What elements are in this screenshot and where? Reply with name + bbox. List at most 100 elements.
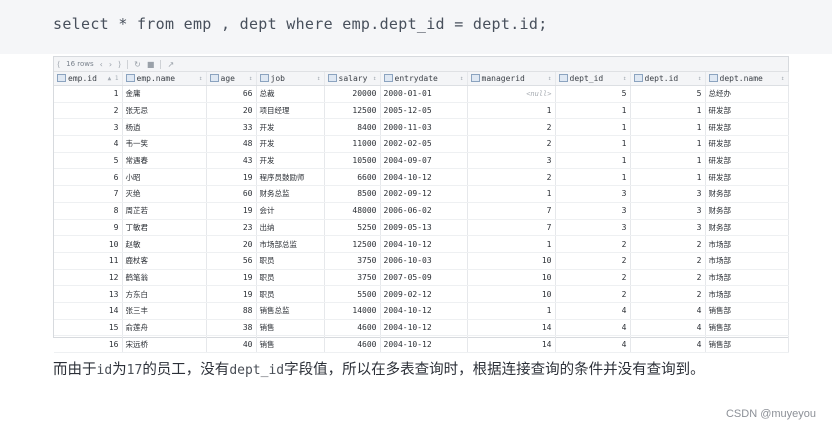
table-cell-emp-name[interactable]: 杨逍 [122,118,207,137]
table-cell-managerid[interactable]: 3 [467,152,556,170]
table-cell-managerid[interactable]: 10 [467,285,556,303]
table-cell-managerid[interactable]: 1 [467,185,556,203]
table-cell-salary[interactable]: 3750 [324,252,381,270]
table-cell-dept-name[interactable]: 研发部 [705,102,789,120]
table-cell-managerid[interactable]: 1 [467,302,556,320]
table-cell-managerid[interactable]: 2 [467,135,556,153]
table-cell-age[interactable]: 56 [206,252,257,270]
table-cell-dept-name[interactable]: 市场部 [705,269,789,287]
table-cell-dept_id[interactable]: 1 [555,168,631,187]
table-cell-emp-name[interactable]: 方东白 [122,285,207,303]
sort-icon[interactable]: ↕ [548,75,552,82]
table-cell-age[interactable]: 60 [206,185,257,203]
table-cell-age[interactable]: 19 [206,285,257,303]
table-cell-dept-id[interactable]: 2 [630,235,706,253]
table-row[interactable]: 6 小昭 19 程序员鼓励师 6600 2004-10-12 2 1 1 研发部 [54,168,789,187]
table-cell-emp-id[interactable]: 2 [54,102,123,120]
table-cell-job[interactable]: 开发 [256,118,325,137]
column-header-dept-id[interactable]: dept.id ↕ [630,72,706,86]
table-cell-job[interactable]: 开发 [256,135,325,153]
table-cell-emp-name[interactable]: 小昭 [122,168,207,187]
table-cell-salary[interactable]: 5500 [324,285,381,303]
table-cell-job[interactable]: 销售 [256,319,325,337]
table-row[interactable]: 11 鹿杖客 56 职员 3750 2006-10-03 10 2 2 市场部 [54,252,789,270]
table-cell-emp-id[interactable]: 16 [54,335,123,353]
column-header-managerid[interactable]: managerid ↕ [467,72,556,86]
table-cell-age[interactable]: 48 [206,135,257,153]
stop-icon[interactable]: ■ [147,60,155,69]
table-cell-dept_id[interactable]: 2 [555,269,631,287]
table-cell-salary[interactable]: 11000 [324,135,381,153]
table-cell-emp-name[interactable]: 鹤笔翁 [122,269,207,287]
table-cell-job[interactable]: 总裁 [256,85,325,103]
table-cell-managerid[interactable]: 7 [467,219,556,237]
table-cell-salary[interactable]: 48000 [324,202,381,220]
table-cell-emp-name[interactable]: 鹿杖客 [122,252,207,270]
table-cell-job[interactable]: 出纳 [256,219,325,237]
table-cell-dept_id[interactable]: 4 [555,302,631,320]
table-cell-emp-id[interactable]: 4 [54,135,123,153]
table-cell-job[interactable]: 职员 [256,269,325,287]
table-cell-emp-name[interactable]: 宋远桥 [122,335,207,353]
table-cell-managerid[interactable]: 14 [467,335,556,353]
table-cell-salary[interactable]: 14000 [324,302,381,320]
table-cell-dept-name[interactable]: 市场部 [705,252,789,270]
table-cell-emp-name[interactable]: 俞莲舟 [122,319,207,337]
table-cell-entrydate[interactable]: 2007-05-09 [380,269,468,287]
table-cell-emp-id[interactable]: 1 [54,85,123,103]
table-cell-dept-name[interactable]: 研发部 [705,168,789,187]
table-cell-dept_id[interactable]: 5 [555,85,631,103]
rows-count-dropdown[interactable]: 16 rows [66,60,94,68]
table-cell-age[interactable]: 40 [206,335,257,353]
table-cell-salary[interactable]: 12500 [324,235,381,253]
table-cell-emp-name[interactable]: 周芷若 [122,202,207,220]
table-cell-dept-name[interactable]: 研发部 [705,135,789,153]
table-cell-managerid[interactable]: <null> [467,85,556,103]
table-cell-dept_id[interactable]: 3 [555,185,631,203]
table-cell-dept-id[interactable]: 4 [630,302,706,320]
table-cell-age[interactable]: 23 [206,219,257,237]
table-cell-dept-id[interactable]: 5 [630,85,706,103]
table-cell-job[interactable]: 职员 [256,252,325,270]
table-cell-age[interactable]: 88 [206,302,257,320]
table-cell-managerid[interactable]: 10 [467,269,556,287]
table-cell-salary[interactable]: 5250 [324,219,381,237]
table-cell-dept_id[interactable]: 1 [555,152,631,170]
table-row[interactable]: 2 张无忌 20 项目经理 12500 2005-12-05 1 1 1 研发部 [54,102,789,120]
table-cell-emp-name[interactable]: 丁敏君 [122,219,207,237]
table-cell-job[interactable]: 市场部总监 [256,235,325,253]
column-header-job[interactable]: job ↕ [256,72,325,86]
table-row[interactable]: 15 俞莲舟 38 销售 4600 2004-10-12 14 4 4 销售部 [54,319,789,337]
last-page-button[interactable]: ⟩ [118,60,121,69]
table-cell-entrydate[interactable]: 2004-09-07 [380,152,468,170]
table-cell-job[interactable]: 开发 [256,152,325,170]
table-cell-entrydate[interactable]: 2002-09-12 [380,185,468,203]
first-page-button[interactable]: ⟨ [57,60,60,69]
table-cell-dept-name[interactable]: 研发部 [705,118,789,137]
table-cell-dept-id[interactable]: 3 [630,219,706,237]
table-cell-entrydate[interactable]: 2004-10-12 [380,168,468,187]
column-header-entrydate[interactable]: entrydate ↕ [380,72,468,86]
table-cell-dept-id[interactable]: 2 [630,252,706,270]
table-cell-dept-name[interactable]: 市场部 [705,285,789,303]
table-cell-managerid[interactable]: 7 [467,202,556,220]
table-cell-dept-name[interactable]: 财务部 [705,202,789,220]
table-row[interactable]: 4 韦一笑 48 开发 11000 2002-02-05 2 1 1 研发部 [54,135,789,153]
table-cell-entrydate[interactable]: 2009-05-13 [380,219,468,237]
table-cell-dept-name[interactable]: 销售部 [705,335,789,353]
table-cell-dept_id[interactable]: 2 [555,235,631,253]
table-cell-dept-name[interactable]: 销售部 [705,319,789,337]
table-row[interactable]: 5 常遇春 43 开发 10500 2004-09-07 3 1 1 研发部 [54,152,789,170]
table-cell-dept-id[interactable]: 2 [630,285,706,303]
table-cell-job[interactable]: 程序员鼓励师 [256,168,325,187]
table-cell-emp-id[interactable]: 5 [54,152,123,170]
table-cell-dept_id[interactable]: 1 [555,135,631,153]
table-cell-salary[interactable]: 10500 [324,152,381,170]
table-cell-dept-name[interactable]: 市场部 [705,235,789,253]
column-header-dept-name[interactable]: dept.name ↕ [705,72,789,86]
table-cell-dept_id[interactable]: 2 [555,285,631,303]
table-cell-job[interactable]: 项目经理 [256,102,325,120]
table-row[interactable]: 14 张三丰 88 销售总监 14000 2004-10-12 1 4 4 销售部 [54,302,789,320]
table-cell-dept_id[interactable]: 3 [555,202,631,220]
table-cell-dept-name[interactable]: 研发部 [705,152,789,170]
